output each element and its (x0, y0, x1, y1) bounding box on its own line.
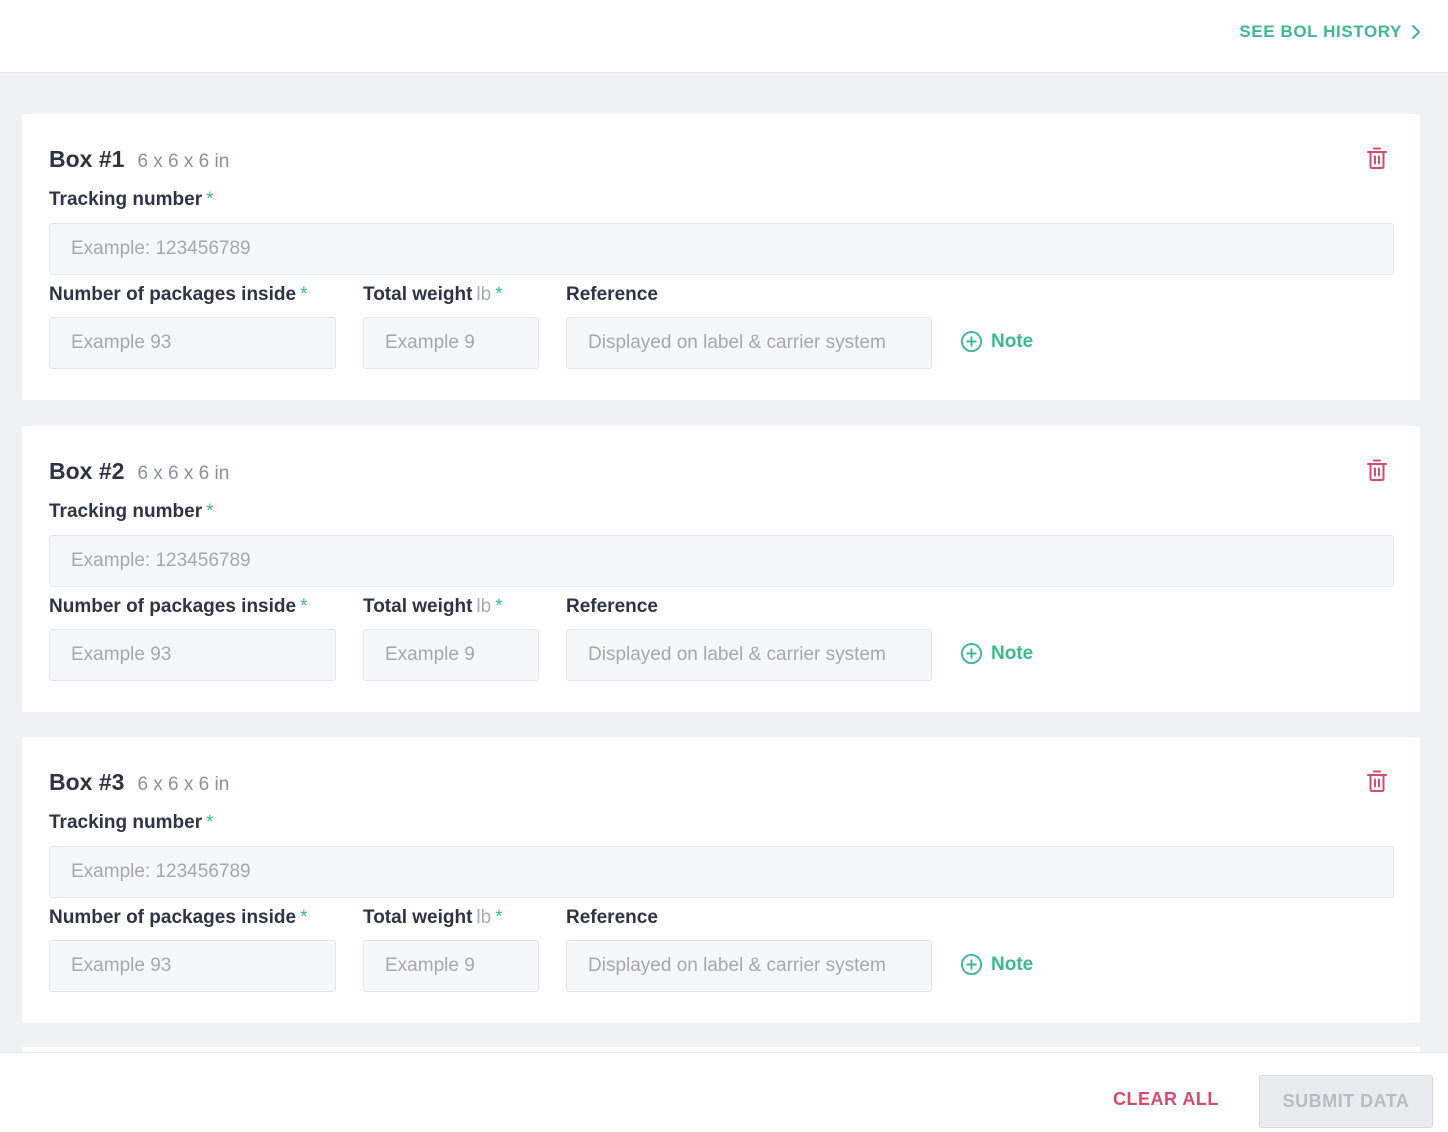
box-title: Box #2 (49, 458, 125, 484)
chevron-right-icon (1412, 25, 1420, 39)
total-weight-label: Total weight lb * (363, 907, 503, 928)
packages-label: Number of packages inside * (49, 907, 308, 928)
packages-label: Number of packages inside * (49, 284, 308, 305)
reference-input[interactable] (566, 940, 932, 992)
tracking-number-input[interactable] (49, 535, 1394, 587)
reference-input[interactable] (566, 629, 932, 681)
tracking-number-label: Tracking number * (49, 812, 214, 833)
see-bol-history-link[interactable]: SEE BOL HISTORY (1239, 22, 1422, 42)
see-bol-history-label: SEE BOL HISTORY (1239, 22, 1402, 41)
delete-box-button[interactable] (1366, 146, 1388, 170)
required-mark: * (495, 907, 503, 928)
tracking-number-input[interactable] (49, 223, 1394, 275)
add-note-button[interactable]: Note (960, 642, 1033, 665)
packages-input[interactable] (49, 317, 336, 369)
add-note-label: Note (991, 953, 1034, 975)
add-note-label: Note (991, 642, 1034, 664)
tracking-number-label: Tracking number * (49, 501, 214, 522)
required-mark: * (300, 596, 308, 617)
top-bar: SEE BOL HISTORY (0, 0, 1448, 73)
box-card-2: Box #2 6 x 6 x 6 in Tracking number* Num… (22, 426, 1420, 712)
trash-icon (1367, 770, 1387, 792)
box-header: Box #3 6 x 6 x 6 in (49, 769, 229, 796)
clear-all-button[interactable]: CLEAR ALL (1113, 1089, 1219, 1110)
weight-unit: lb (476, 907, 492, 928)
reference-label: Reference (566, 596, 658, 617)
required-mark: * (495, 596, 503, 617)
reference-label: Reference (566, 907, 658, 928)
total-weight-input[interactable] (363, 317, 539, 369)
delete-box-button[interactable] (1366, 769, 1388, 793)
box-header: Box #1 6 x 6 x 6 in (49, 146, 229, 173)
plus-circle-icon (960, 330, 983, 353)
weight-unit: lb (476, 596, 492, 617)
packages-label: Number of packages inside * (49, 596, 308, 617)
total-weight-label: Total weight lb * (363, 284, 503, 305)
add-note-button[interactable]: Note (960, 330, 1033, 353)
trash-icon (1367, 147, 1387, 169)
total-weight-input[interactable] (363, 629, 539, 681)
required-mark: * (495, 284, 503, 305)
required-mark: * (206, 501, 214, 522)
box-dimensions: 6 x 6 x 6 in (137, 151, 230, 172)
box-dimensions: 6 x 6 x 6 in (137, 774, 230, 795)
required-mark: * (206, 812, 214, 833)
required-mark: * (206, 189, 214, 210)
box-dimensions: 6 x 6 x 6 in (137, 463, 230, 484)
reference-label: Reference (566, 284, 658, 305)
delete-box-button[interactable] (1366, 458, 1388, 482)
packages-input[interactable] (49, 940, 336, 992)
add-note-label: Note (991, 330, 1034, 352)
tracking-number-label: Tracking number * (49, 189, 214, 210)
box-card-1: Box #1 6 x 6 x 6 in Tracking number* Num… (22, 114, 1420, 400)
plus-circle-icon (960, 953, 983, 976)
box-title: Box #3 (49, 769, 125, 795)
trash-icon (1367, 459, 1387, 481)
required-mark: * (300, 907, 308, 928)
weight-unit: lb (476, 284, 492, 305)
add-note-button[interactable]: Note (960, 953, 1033, 976)
tracking-number-input[interactable] (49, 846, 1394, 898)
total-weight-label: Total weight lb * (363, 596, 503, 617)
box-title: Box #1 (49, 146, 125, 172)
packages-input[interactable] (49, 629, 336, 681)
submit-data-button[interactable]: SUBMIT DATA (1259, 1075, 1433, 1128)
reference-input[interactable] (566, 317, 932, 369)
footer-bar: CLEAR ALL SUBMIT DATA (0, 1052, 1448, 1132)
total-weight-input[interactable] (363, 940, 539, 992)
plus-circle-icon (960, 642, 983, 665)
box-card-3: Box #3 6 x 6 x 6 in Tracking number* Num… (22, 737, 1420, 1023)
required-mark: * (300, 284, 308, 305)
box-header: Box #2 6 x 6 x 6 in (49, 458, 229, 485)
